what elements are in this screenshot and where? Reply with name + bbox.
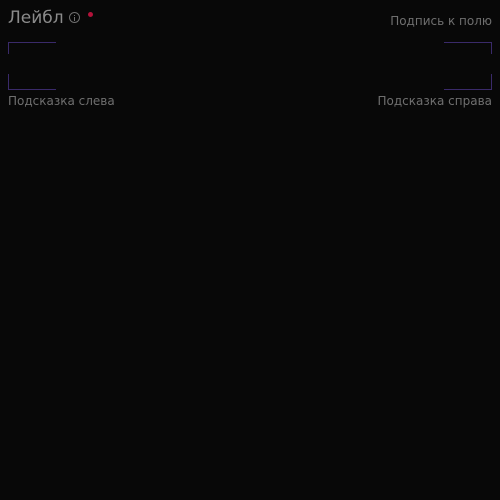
input-container[interactable] bbox=[8, 42, 492, 90]
field-caption: Подпись к полю bbox=[390, 14, 492, 28]
input-corner-top-right bbox=[444, 42, 492, 54]
text-field: Лейбл Подпись к полю Подсказка слева Под… bbox=[8, 6, 492, 108]
hint-left: Подсказка слева bbox=[8, 94, 115, 108]
label-row: Лейбл Подпись к полю bbox=[8, 6, 492, 32]
input-corner-top-left bbox=[8, 42, 56, 54]
hint-right: Подсказка справа bbox=[377, 94, 493, 108]
field-label: Лейбл bbox=[8, 8, 64, 28]
info-icon[interactable] bbox=[69, 12, 80, 23]
text-input[interactable] bbox=[16, 56, 488, 78]
required-indicator bbox=[88, 12, 93, 17]
